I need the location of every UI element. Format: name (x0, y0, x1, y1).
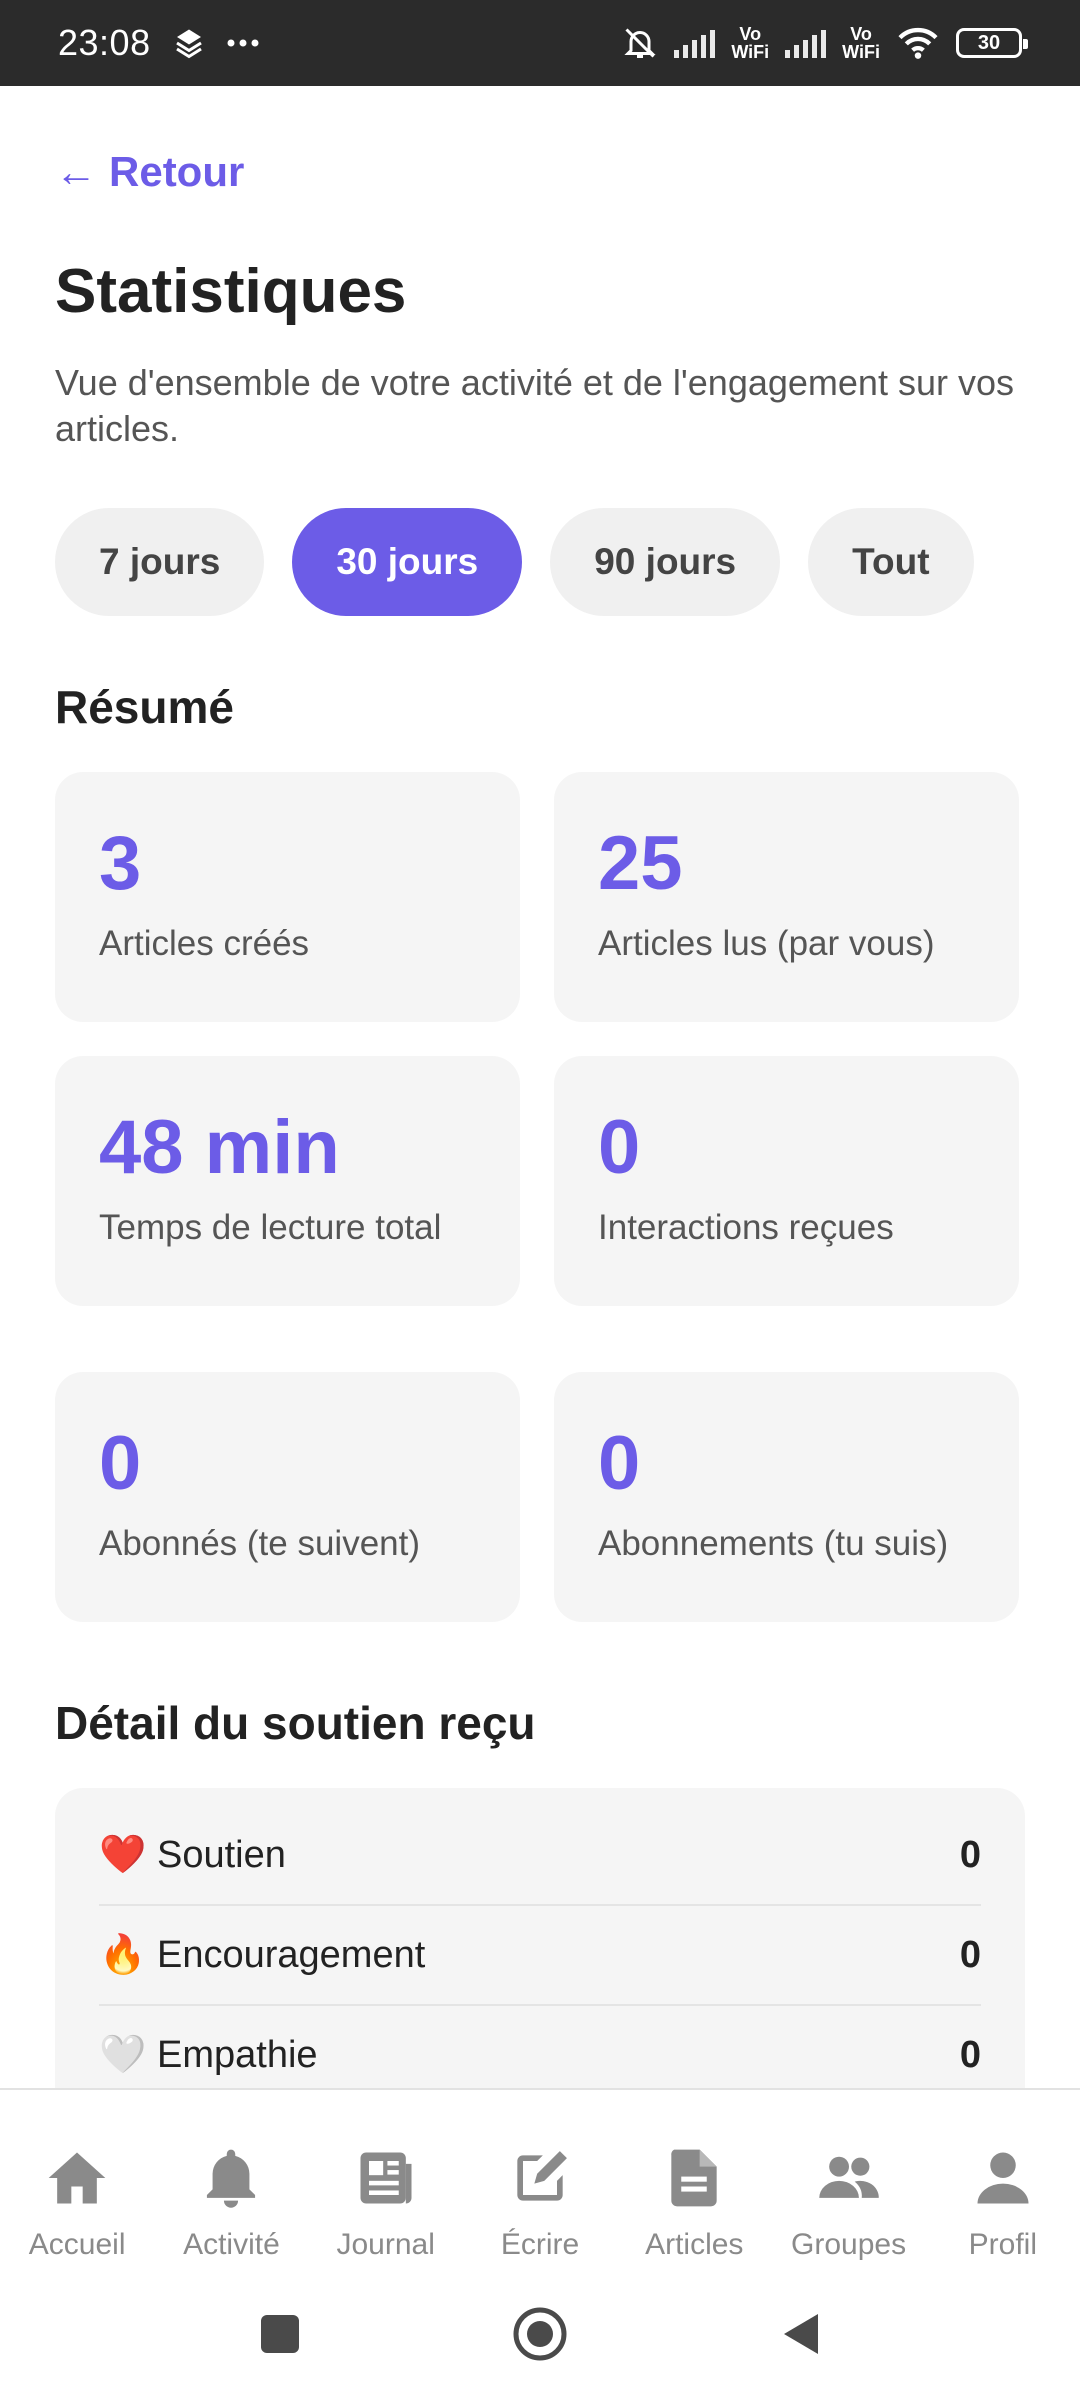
nav-label: Accueil (28, 2228, 126, 2261)
status-bar: 23:08 Vo WiFi Vo WiFi 30 (0, 0, 1080, 86)
stat-label: Abonnements (tu suis) (598, 1524, 949, 1563)
more-dots-icon (227, 39, 259, 47)
screen: 23:08 Vo WiFi Vo WiFi 30 ← Retour Statis… (0, 0, 1080, 2400)
home-icon (48, 2152, 106, 2204)
nav-item-accueil[interactable]: Accueil (0, 2090, 154, 2268)
triangle-back-icon (784, 2314, 818, 2354)
support-row-encouragement: 🔥 Encouragement 0 (99, 1906, 981, 2006)
nav-label: Activité (183, 2228, 280, 2261)
stat-card-articles-read: 25 Articles lus (par vous) (554, 772, 1019, 1022)
home-system-button[interactable] (510, 2304, 570, 2364)
heart-icon: ❤️ (99, 1834, 147, 1876)
bell-muted-icon (624, 28, 656, 58)
nav-label: Écrire (500, 2228, 580, 2261)
user-icon (977, 2152, 1029, 2204)
nav-item-activite[interactable]: Activité (154, 2090, 308, 2268)
filter-7-days[interactable]: 7 jours (55, 508, 265, 616)
signal-icon (674, 28, 716, 58)
back-system-button[interactable] (770, 2304, 830, 2364)
back-button[interactable]: ← Retour (55, 148, 244, 196)
support-count: 0 (959, 1833, 981, 1876)
filter-30-days[interactable]: 30 jours (292, 508, 523, 616)
fire-icon: 🔥 (99, 1934, 147, 1976)
nav-item-journal[interactable]: Journal (309, 2090, 463, 2268)
status-time: 23:08 (58, 22, 151, 63)
recents-button[interactable] (250, 2304, 310, 2364)
summary-title: Résumé (55, 681, 234, 733)
edit-icon (517, 2151, 567, 2201)
support-count: 0 (959, 1933, 981, 1976)
nav-label: Journal (336, 2228, 435, 2261)
stat-card-articles-created: 3 Articles créés (55, 772, 520, 1022)
stat-label: Temps de lecture total (99, 1208, 442, 1247)
app-notification-icon (175, 29, 202, 59)
page-title: Statistiques (55, 257, 407, 326)
filter-all[interactable]: Tout (808, 508, 974, 616)
stat-label: Articles lus (par vous) (598, 924, 935, 963)
stat-value: 0 (598, 1421, 641, 1506)
document-icon (671, 2149, 717, 2207)
users-icon (818, 2156, 879, 2198)
page-subtitle: Vue d'ensemble de votre activité et de l… (55, 362, 1014, 449)
circle-icon (513, 2307, 567, 2361)
support-name: Encouragement (157, 1933, 426, 1976)
nav-item-groupes[interactable]: Groupes (771, 2090, 925, 2268)
support-title: Détail du soutien reçu (55, 1697, 536, 1749)
battery-icon: 30 (956, 28, 1028, 58)
support-row-soutien: ❤️ Soutien 0 (99, 1806, 981, 1906)
stat-card-reading-time: 48 min Temps de lecture total (55, 1056, 520, 1306)
stat-value: 25 (598, 821, 683, 906)
vowifi-label-2: Vo WiFi (842, 24, 880, 62)
vowifi-label: Vo WiFi (731, 24, 770, 62)
period-filters: 7 jours 30 jours 90 jours Tout (55, 508, 974, 616)
stat-value: 0 (99, 1421, 142, 1506)
system-nav-bar (0, 2268, 1080, 2400)
white-heart-icon: 🤍 (99, 2034, 147, 2076)
signal-icon-2 (785, 28, 827, 58)
stat-label: Abonnés (te suivent) (99, 1524, 421, 1563)
back-label: Retour (109, 148, 245, 195)
arrow-left-icon: ← (55, 148, 97, 195)
stat-card-followers: 0 Abonnés (te suivent) (55, 1372, 520, 1622)
nav-item-profil[interactable]: Profil (926, 2090, 1080, 2268)
nav-item-ecrire[interactable]: Écrire (463, 2090, 617, 2268)
stat-value: 0 (598, 1105, 641, 1190)
nav-item-articles[interactable]: Articles (617, 2090, 771, 2268)
nav-label: Groupes (791, 2228, 907, 2261)
bell-icon (207, 2149, 256, 2208)
wifi-icon (898, 27, 938, 59)
stat-card-following: 0 Abonnements (tu suis) (554, 1372, 1019, 1622)
nav-label: Profil (968, 2228, 1037, 2261)
square-icon (261, 2315, 299, 2353)
stat-label: Interactions reçues (598, 1208, 894, 1247)
stat-value: 48 min (99, 1105, 340, 1190)
stat-value: 3 (99, 821, 142, 906)
stat-card-interactions: 0 Interactions reçues (554, 1056, 1019, 1306)
support-count: 0 (959, 2033, 981, 2076)
newspaper-icon (360, 2152, 412, 2204)
support-name: Empathie (157, 2033, 318, 2076)
filter-90-days[interactable]: 90 jours (550, 508, 781, 616)
bottom-nav: Accueil Activité Journal Écrire Articles… (0, 2088, 1080, 2268)
nav-label: Articles (645, 2228, 744, 2261)
support-name: Soutien (157, 1833, 286, 1876)
stat-label: Articles créés (99, 924, 310, 963)
